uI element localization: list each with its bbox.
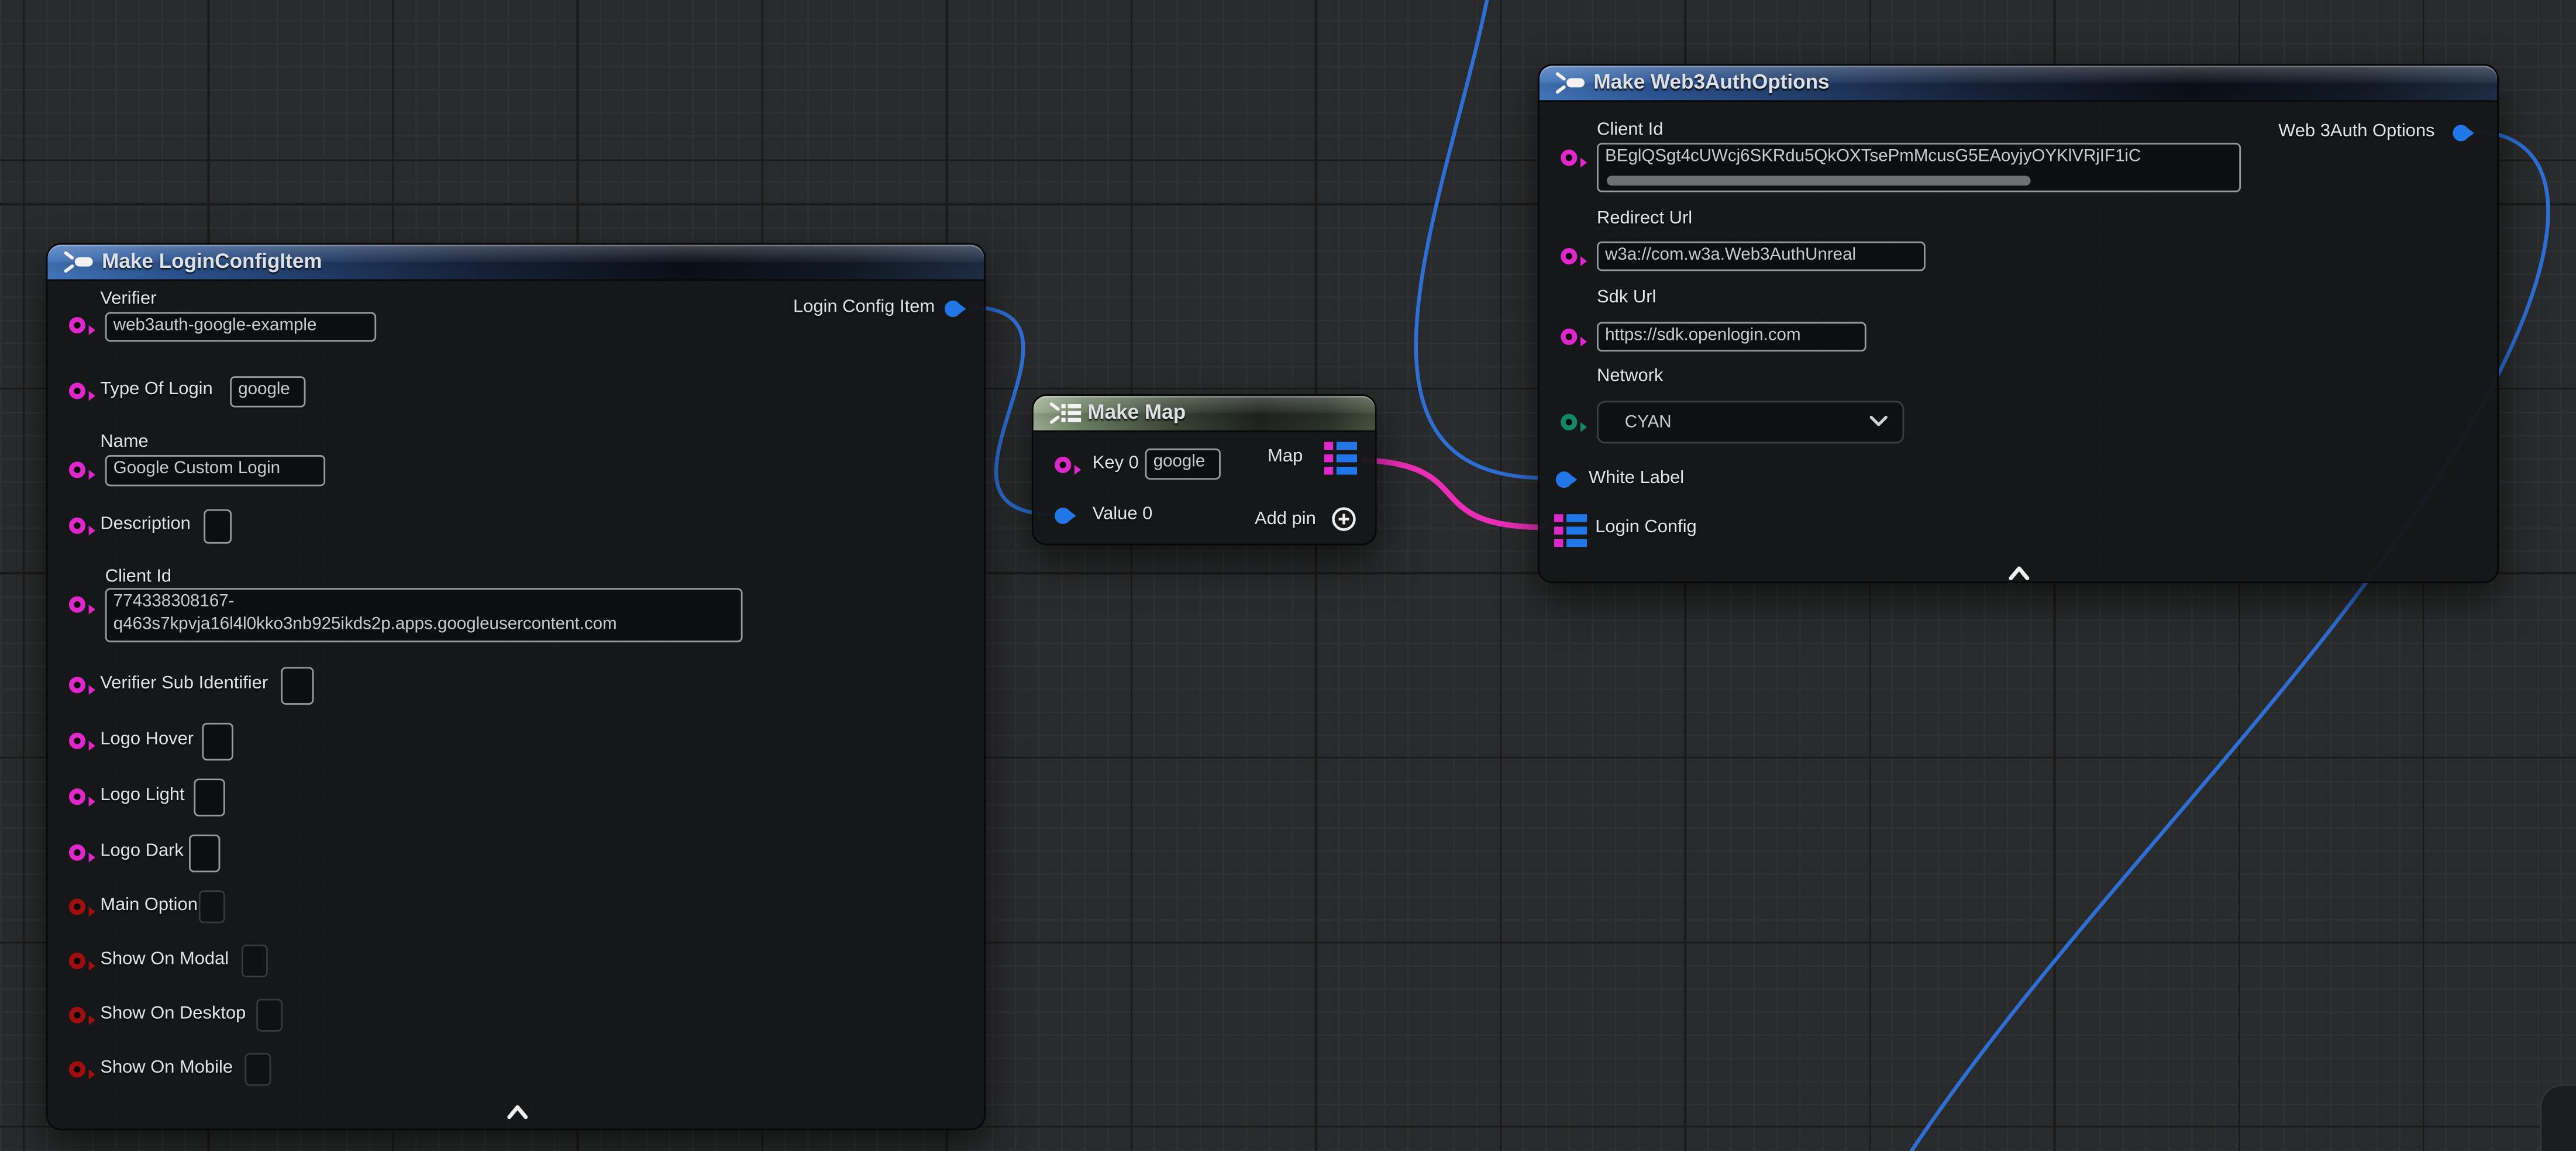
pin-client-id-label: Client Id	[105, 567, 171, 587]
type-of-login-input[interactable]: google	[230, 376, 305, 407]
client-id-input[interactable]: 774338308167-q463s7kpvja16l4l0kko3nb925i…	[105, 588, 743, 643]
pin-white-label[interactable]	[1556, 471, 1572, 488]
pin-redirect-url[interactable]	[1561, 248, 1577, 264]
pin-show-on-desktop-label: Show On Desktop	[100, 1004, 246, 1024]
node-make-map[interactable]: Make Map Key 0 google Value 0 Map Add pi…	[1032, 394, 1377, 545]
pin-type-of-login-label: Type Of Login	[100, 380, 212, 399]
blueprint-canvas[interactable]: Make LoginConfigItem Verifier web3auth-g…	[0, 0, 2576, 1151]
pin-type-of-login[interactable]	[69, 382, 85, 399]
node-header[interactable]: Make Map	[1034, 396, 1375, 430]
pin-main-option[interactable]	[69, 898, 85, 915]
pin-key0[interactable]	[1055, 457, 1071, 473]
logo-dark-input[interactable]	[189, 835, 220, 873]
pin-login-config-item-output[interactable]	[945, 301, 961, 317]
add-pin-icon[interactable]	[1331, 506, 1357, 540]
client-id-text: BEglQSgt4cUWcj6SKRdu5QkOXTsePmMcusG5EAoy…	[1605, 146, 2141, 166]
pin-client-id[interactable]	[1561, 150, 1577, 166]
node-make-login-config-item[interactable]: Make LoginConfigItem Verifier web3auth-g…	[46, 243, 986, 1131]
pin-network[interactable]	[1561, 414, 1577, 430]
output-login-config-item-label: Login Config Item	[793, 297, 935, 317]
verifier-sub-identifier-input[interactable]	[281, 667, 314, 705]
client-id-input[interactable]: BEglQSgt4cUWcj6SKRdu5QkOXTsePmMcusG5EAoy…	[1597, 143, 2241, 192]
collapse-chevron-icon[interactable]	[506, 1099, 529, 1129]
pin-main-option-label: Main Option	[100, 895, 198, 915]
pin-logo-light[interactable]	[69, 788, 85, 805]
description-input[interactable]	[204, 509, 232, 544]
pin-name[interactable]	[69, 461, 85, 478]
network-dropdown[interactable]: CYAN	[1597, 401, 1904, 443]
logo-hover-input[interactable]	[202, 723, 233, 761]
chevron-down-icon	[1869, 412, 1888, 432]
pin-show-on-desktop[interactable]	[69, 1007, 85, 1024]
pin-value0[interactable]	[1055, 508, 1071, 524]
show-on-mobile-checkbox[interactable]	[244, 1053, 271, 1085]
show-on-modal-checkbox[interactable]	[242, 945, 268, 977]
pin-network-label: Network	[1597, 366, 1663, 386]
pin-verifier-sub-identifier[interactable]	[69, 677, 85, 693]
verifier-input[interactable]: web3auth-google-example	[105, 312, 376, 342]
redirect-url-input[interactable]: w3a://com.w3a.Web3AuthUnreal	[1597, 242, 1926, 271]
pin-logo-dark[interactable]	[69, 845, 85, 861]
pin-description[interactable]	[69, 518, 85, 534]
output-web3auth-options-label: Web 3Auth Options	[2278, 122, 2434, 142]
wire-top-to-white-label[interactable]	[1416, 0, 1546, 478]
pin-description-label: Description	[100, 514, 191, 534]
pin-logo-hover[interactable]	[69, 733, 85, 749]
node-title: Make Map	[1087, 401, 1186, 423]
make-struct-icon	[1554, 71, 1590, 104]
pin-logo-hover-label: Logo Hover	[100, 729, 194, 749]
pin-verifier-sub-identifier-label: Verifier Sub Identifier	[100, 674, 268, 694]
name-input[interactable]: Google Custom Login	[105, 455, 325, 486]
pin-verifier-label: Verifier	[100, 289, 156, 309]
make-struct-icon	[63, 250, 99, 282]
pin-redirect-url-label: Redirect Url	[1597, 209, 1692, 229]
pin-map-output[interactable]	[1324, 442, 1357, 475]
pin-web3auth-options-output[interactable]	[2453, 125, 2469, 141]
pin-client-id-label: Client Id	[1597, 120, 1663, 140]
pin-name-label: Name	[100, 432, 148, 452]
client-id-scrollbar[interactable]	[1607, 176, 2031, 186]
pin-value0-label: Value 0	[1093, 504, 1153, 524]
pin-verifier[interactable]	[69, 317, 85, 333]
pin-white-label-label: White Label	[1589, 468, 1684, 488]
sdk-url-input[interactable]: https://sdk.openlogin.com	[1597, 322, 1866, 352]
node-title: Make Web3AuthOptions	[1593, 71, 1829, 94]
pin-logo-light-label: Logo Light	[100, 785, 184, 805]
logo-light-input[interactable]	[194, 778, 225, 816]
network-dropdown-value: CYAN	[1625, 412, 1869, 432]
key0-input[interactable]: google	[1145, 449, 1221, 480]
pin-key0-label: Key 0	[1093, 453, 1139, 473]
node-make-web3auth-options[interactable]: Make Web3AuthOptions Client Id BEglQSgt4…	[1538, 64, 2499, 584]
pin-show-on-mobile[interactable]	[69, 1061, 85, 1077]
main-option-checkbox[interactable]	[199, 890, 225, 923]
show-on-desktop-checkbox[interactable]	[256, 999, 283, 1032]
pin-client-id[interactable]	[69, 597, 85, 613]
node-header[interactable]: Make LoginConfigItem	[47, 244, 984, 279]
pin-login-config[interactable]	[1554, 514, 1587, 547]
collapse-chevron-icon[interactable]	[2007, 560, 2030, 590]
add-pin-label: Add pin	[1255, 509, 1316, 529]
pin-sdk-url[interactable]	[1561, 329, 1577, 345]
node-title: Make LoginConfigItem	[102, 250, 322, 273]
pin-show-on-mobile-label: Show On Mobile	[100, 1058, 233, 1078]
pin-show-on-modal-label: Show On Modal	[100, 949, 229, 969]
output-map-label: Map	[1268, 447, 1303, 467]
pin-sdk-url-label: Sdk Url	[1597, 288, 1656, 308]
pin-show-on-modal[interactable]	[69, 953, 85, 969]
pin-logo-dark-label: Logo Dark	[100, 841, 184, 861]
pin-login-config-label: Login Config	[1595, 518, 1697, 537]
wire-map-to-login-config[interactable]	[1362, 460, 1546, 527]
node-header[interactable]: Make Web3AuthOptions	[1540, 66, 2497, 100]
make-map-icon	[1048, 401, 1084, 433]
